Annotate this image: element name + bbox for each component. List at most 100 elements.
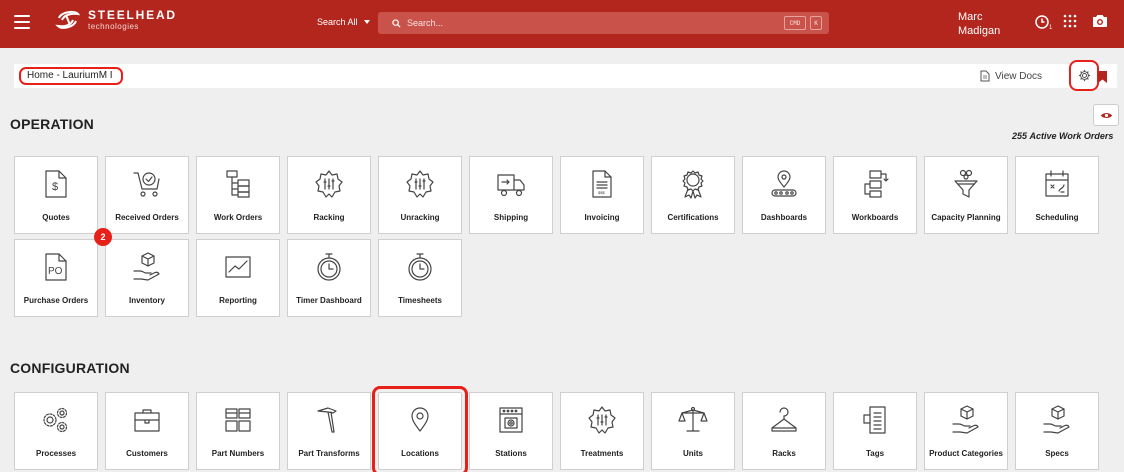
tile-product-categories[interactable]: Product Categories <box>924 392 1008 470</box>
tile-label: Dashboards <box>760 213 808 222</box>
search-input[interactable] <box>407 18 767 28</box>
stopwatch-icon <box>317 253 341 281</box>
tile-label: Specs <box>1045 449 1069 458</box>
po-icon: PO <box>45 253 67 281</box>
search-scope-dropdown[interactable]: Search All <box>317 17 370 27</box>
user-last-name: Madigan <box>958 25 1001 37</box>
clock-icon[interactable]: 1 <box>1035 14 1053 35</box>
tile-timesheets[interactable]: Timesheets <box>378 239 462 317</box>
tile-work-orders[interactable]: Work Orders <box>196 156 280 234</box>
active-work-orders-count: 255 Active Work Orders <box>1012 131 1113 141</box>
tile-reporting[interactable]: Reporting <box>196 239 280 317</box>
eye-icon <box>1100 112 1112 118</box>
tile-received-orders[interactable]: Received Orders <box>105 156 189 234</box>
tile-label: Timesheets <box>398 296 442 305</box>
tile-timer-dashboard[interactable]: Timer Dashboard <box>287 239 371 317</box>
svg-text:$$$: $$$ <box>598 190 605 195</box>
breadcrumb[interactable]: Home - LauriumM I <box>19 67 123 85</box>
tile-unracking[interactable]: Unracking <box>378 156 462 234</box>
camera-icon[interactable] <box>1092 14 1108 33</box>
conveyor-pin-icon <box>771 170 797 197</box>
tile-label: Processes <box>35 449 77 458</box>
tile-label: Purchase Orders <box>23 296 89 305</box>
tile-label: Capacity Planning <box>931 213 1001 222</box>
tile-units[interactable]: Units <box>651 392 735 470</box>
tile-label: Customers <box>126 449 168 458</box>
cart-check-icon <box>133 172 160 197</box>
tile-label: Part Numbers <box>211 449 265 458</box>
tile-shipping[interactable]: Shipping <box>469 156 553 234</box>
visibility-toggle-button[interactable] <box>1093 104 1119 126</box>
tile-label: Workboards <box>851 213 899 222</box>
hanger-icon <box>771 407 797 432</box>
svg-text:$: $ <box>52 181 58 193</box>
tile-label: Received Orders <box>115 213 179 222</box>
active-count-value: 255 <box>1012 131 1028 141</box>
tree-list-icon <box>226 170 250 198</box>
tile-processes[interactable]: Processes <box>14 392 98 470</box>
settings-button[interactable] <box>1069 60 1099 91</box>
parts-icon <box>225 408 251 432</box>
tile-certifications[interactable]: Certifications <box>651 156 735 234</box>
funnel-icon <box>954 169 978 198</box>
hand-box-icon <box>1043 405 1070 434</box>
tile-customers[interactable]: Customers <box>105 392 189 470</box>
tile-part-transforms[interactable]: Part Transforms <box>287 392 371 470</box>
top-navigation-bar: STEELHEAD technologies Search All CMD K … <box>0 0 1124 48</box>
tile-label: Reporting <box>219 296 257 305</box>
menu-icon[interactable] <box>14 15 30 29</box>
hand-box-icon <box>133 252 160 281</box>
truck-icon <box>497 174 525 197</box>
tile-purchase-orders[interactable]: PO Purchase Orders <box>14 239 98 317</box>
shortcut-key-k: K <box>810 16 822 30</box>
tile-scheduling[interactable]: Scheduling <box>1015 156 1099 234</box>
tile-locations[interactable]: Locations <box>372 386 468 472</box>
tile-label: Units <box>683 449 703 458</box>
tile-label: Racks <box>772 449 796 458</box>
tile-dashboards[interactable]: Dashboards <box>742 156 826 234</box>
logo-name: STEELHEAD <box>88 8 177 22</box>
user-menu[interactable]: Marc Madigan <box>958 10 1000 38</box>
tile-label: Tags <box>865 449 885 458</box>
certificate-icon <box>682 170 704 199</box>
view-docs-button[interactable]: View Docs <box>980 70 1042 82</box>
chevron-down-icon <box>363 20 370 24</box>
tile-invoicing[interactable]: $$$ Invoicing <box>560 156 644 234</box>
configuration-tiles: Processes Customers Part Numbers Part Tr… <box>14 386 1099 472</box>
tile-label: Stations <box>495 449 527 458</box>
hand-box-icon <box>952 405 979 434</box>
tile-tags[interactable]: Tags <box>833 392 917 470</box>
configuration-section-title: CONFIGURATION <box>10 360 130 376</box>
tile-part-numbers[interactable]: Part Numbers <box>196 392 280 470</box>
tile-label: Racking <box>313 213 345 222</box>
tile-specs[interactable]: Specs <box>1015 392 1099 470</box>
tile-label: Locations <box>401 449 439 458</box>
tile-racks[interactable]: Racks <box>742 392 826 470</box>
notification-badge: 2 <box>94 228 112 246</box>
briefcase-icon <box>134 409 160 432</box>
search-scope-label: Search All <box>317 17 358 27</box>
apps-grid-icon[interactable] <box>1063 14 1077 33</box>
tile-label: Timer Dashboard <box>296 296 362 305</box>
tile-inventory[interactable]: 2 Inventory <box>94 228 189 317</box>
tile-stations[interactable]: Stations <box>469 392 553 470</box>
tile-racking[interactable]: Racking <box>287 156 371 234</box>
location-pin-icon <box>411 407 429 432</box>
operation-tiles: $ Quotes Received Orders Work Orders Rac… <box>14 156 1099 317</box>
tile-label: Shipping <box>493 213 529 222</box>
steelhead-logo[interactable]: STEELHEAD technologies <box>55 8 177 31</box>
tile-treatments[interactable]: Treatments <box>560 392 644 470</box>
search-box[interactable]: CMD K <box>378 12 829 34</box>
tile-label: Unracking <box>400 213 440 222</box>
operation-section-title: OPERATION <box>10 116 94 132</box>
tile-quotes[interactable]: $ Quotes <box>14 156 98 234</box>
bookmark-icon[interactable] <box>1098 70 1107 88</box>
breadcrumb-bar: Home - LauriumM I View Docs <box>14 60 1117 91</box>
tile-label: Quotes <box>42 213 70 222</box>
invoice-icon: $$$ <box>592 170 612 198</box>
gear-sliders-icon <box>588 406 616 434</box>
gear-sliders-icon <box>315 170 343 198</box>
gear-sliders-icon <box>406 170 434 198</box>
tile-capacity-planning[interactable]: Capacity Planning <box>924 156 1008 234</box>
tile-workboards[interactable]: Workboards <box>833 156 917 234</box>
